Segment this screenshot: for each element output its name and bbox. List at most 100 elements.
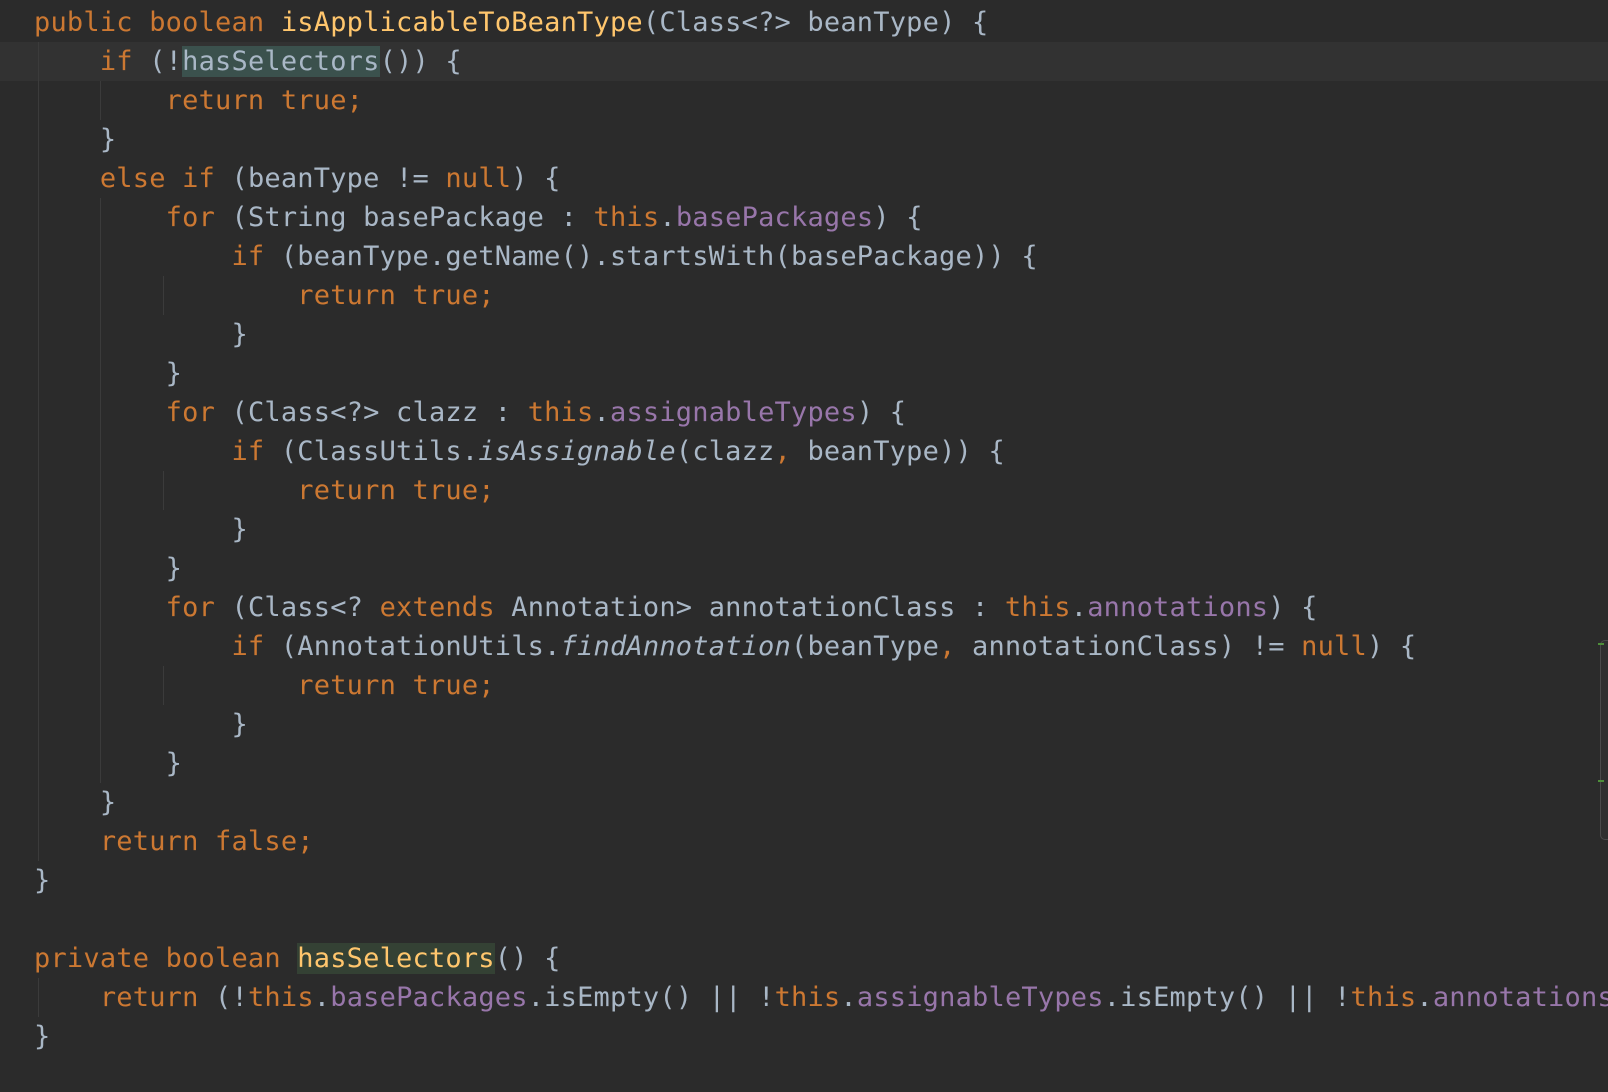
- code-token: basePackages: [330, 982, 528, 1013]
- code-token: hasSelectors: [182, 46, 380, 77]
- code-token: (Class<?> beanType) {: [642, 7, 989, 38]
- code-line[interactable]: if (ClassUtils.isAssignable(clazz, beanT…: [34, 432, 1005, 471]
- code-token: (AnnotationUtils.: [280, 631, 561, 662]
- code-token: if: [231, 631, 281, 662]
- code-token: return true;: [165, 85, 364, 116]
- code-line[interactable]: if (beanType.getName().startsWith(basePa…: [34, 237, 1038, 276]
- code-token: return false;: [99, 826, 314, 857]
- code-token: basePackages: [675, 202, 874, 233]
- code-line[interactable]: if (AnnotationUtils.findAnnotation(beanT…: [34, 627, 1416, 666]
- code-token: hasSelectors: [297, 943, 495, 974]
- code-token: (!: [149, 46, 183, 77]
- code-token: }: [34, 514, 248, 545]
- code-token: for: [165, 592, 232, 623]
- code-line[interactable]: else if (beanType != null) {: [34, 159, 561, 198]
- code-token: }: [34, 865, 51, 896]
- code-token: ) {: [856, 397, 907, 428]
- code-token: .isEmpty() || !: [527, 982, 775, 1013]
- code-line[interactable]: }: [34, 1017, 50, 1056]
- code-token: isAssignable: [478, 436, 676, 467]
- code-token: this: [1004, 592, 1071, 623]
- code-token: }: [34, 358, 183, 389]
- code-line[interactable]: return (!this.basePackages.isEmpty() || …: [34, 978, 1608, 1017]
- code-line[interactable]: return true;: [34, 81, 363, 120]
- code-token: }: [34, 319, 248, 350]
- code-line[interactable]: }: [34, 315, 248, 354]
- code-line[interactable]: if (!hasSelectors()) {: [34, 42, 462, 81]
- code-token: (beanType: [790, 631, 940, 662]
- code-token: (beanType !=: [231, 163, 446, 194]
- code-token: public boolean: [34, 7, 281, 38]
- code-token: }: [34, 787, 117, 818]
- code-line[interactable]: }: [34, 120, 116, 159]
- code-token: (clazz: [675, 436, 775, 467]
- code-token: (String basePackage :: [231, 202, 594, 233]
- code-token: this: [527, 397, 594, 428]
- code-token: .: [1416, 982, 1433, 1013]
- change-marker: [1598, 643, 1604, 645]
- code-line[interactable]: }: [34, 861, 50, 900]
- code-token: extends: [379, 592, 512, 623]
- code-line[interactable]: }: [34, 354, 182, 393]
- scrollbar-thumb[interactable]: [1600, 640, 1608, 840]
- code-token: assignableTypes: [609, 397, 857, 428]
- code-line[interactable]: }: [34, 510, 248, 549]
- code-token: ,: [939, 631, 956, 662]
- code-token: for: [165, 202, 232, 233]
- code-line[interactable]: }: [34, 783, 116, 822]
- code-token: .: [593, 397, 610, 428]
- code-editor[interactable]: public boolean isApplicableToBeanType(Cl…: [0, 0, 1608, 1092]
- code-token: Annotation> annotationClass :: [511, 592, 1005, 623]
- code-line[interactable]: }: [34, 744, 182, 783]
- code-line[interactable]: return false;: [34, 822, 314, 861]
- code-token: annotationClass) !=: [955, 631, 1302, 662]
- code-line[interactable]: for (String basePackage : this.basePacka…: [34, 198, 923, 237]
- code-line[interactable]: }: [34, 549, 182, 588]
- code-token: ) {: [1268, 592, 1318, 623]
- code-token: .: [659, 202, 676, 233]
- code-token: ()) {: [379, 46, 462, 77]
- code-token: return true;: [297, 475, 495, 506]
- code-token: beanType)) {: [790, 436, 1005, 467]
- code-token: .: [840, 982, 857, 1013]
- code-line[interactable]: for (Class<?> clazz : this.assignableTyp…: [34, 393, 906, 432]
- code-token: .: [1070, 592, 1088, 623]
- code-token: this: [774, 982, 841, 1013]
- code-token: }: [34, 1021, 51, 1052]
- code-token: return true;: [297, 280, 495, 311]
- code-token: (ClassUtils.: [280, 436, 479, 467]
- code-token: if: [231, 241, 281, 272]
- code-token: findAnnotation: [560, 631, 791, 662]
- code-line[interactable]: private boolean hasSelectors() {: [34, 939, 561, 978]
- code-line[interactable]: for (Class<? extends Annotation> annotat…: [34, 588, 1318, 627]
- code-line[interactable]: return true;: [34, 276, 495, 315]
- code-token: ,: [774, 436, 791, 467]
- code-token: return: [99, 982, 216, 1013]
- code-line[interactable]: return true;: [34, 471, 495, 510]
- code-line[interactable]: public boolean isApplicableToBeanType(Cl…: [34, 3, 988, 42]
- code-line[interactable]: }: [34, 705, 248, 744]
- code-token: this: [247, 982, 314, 1013]
- code-token: (Class<?> clazz :: [231, 397, 528, 428]
- code-token: }: [34, 124, 117, 155]
- code-token: this: [593, 202, 660, 233]
- code-line[interactable]: return true;: [34, 666, 495, 705]
- code-token: .isEmpty() || !: [1103, 982, 1351, 1013]
- code-token: isApplicableToBeanType: [280, 7, 643, 38]
- code-token: else if: [99, 163, 232, 194]
- code-token: }: [34, 709, 248, 740]
- code-token: .: [313, 982, 331, 1013]
- code-token: ) {: [1366, 631, 1417, 662]
- code-token: null: [1301, 631, 1367, 662]
- code-token: ) {: [511, 163, 561, 194]
- code-token: assignableTypes: [856, 982, 1104, 1013]
